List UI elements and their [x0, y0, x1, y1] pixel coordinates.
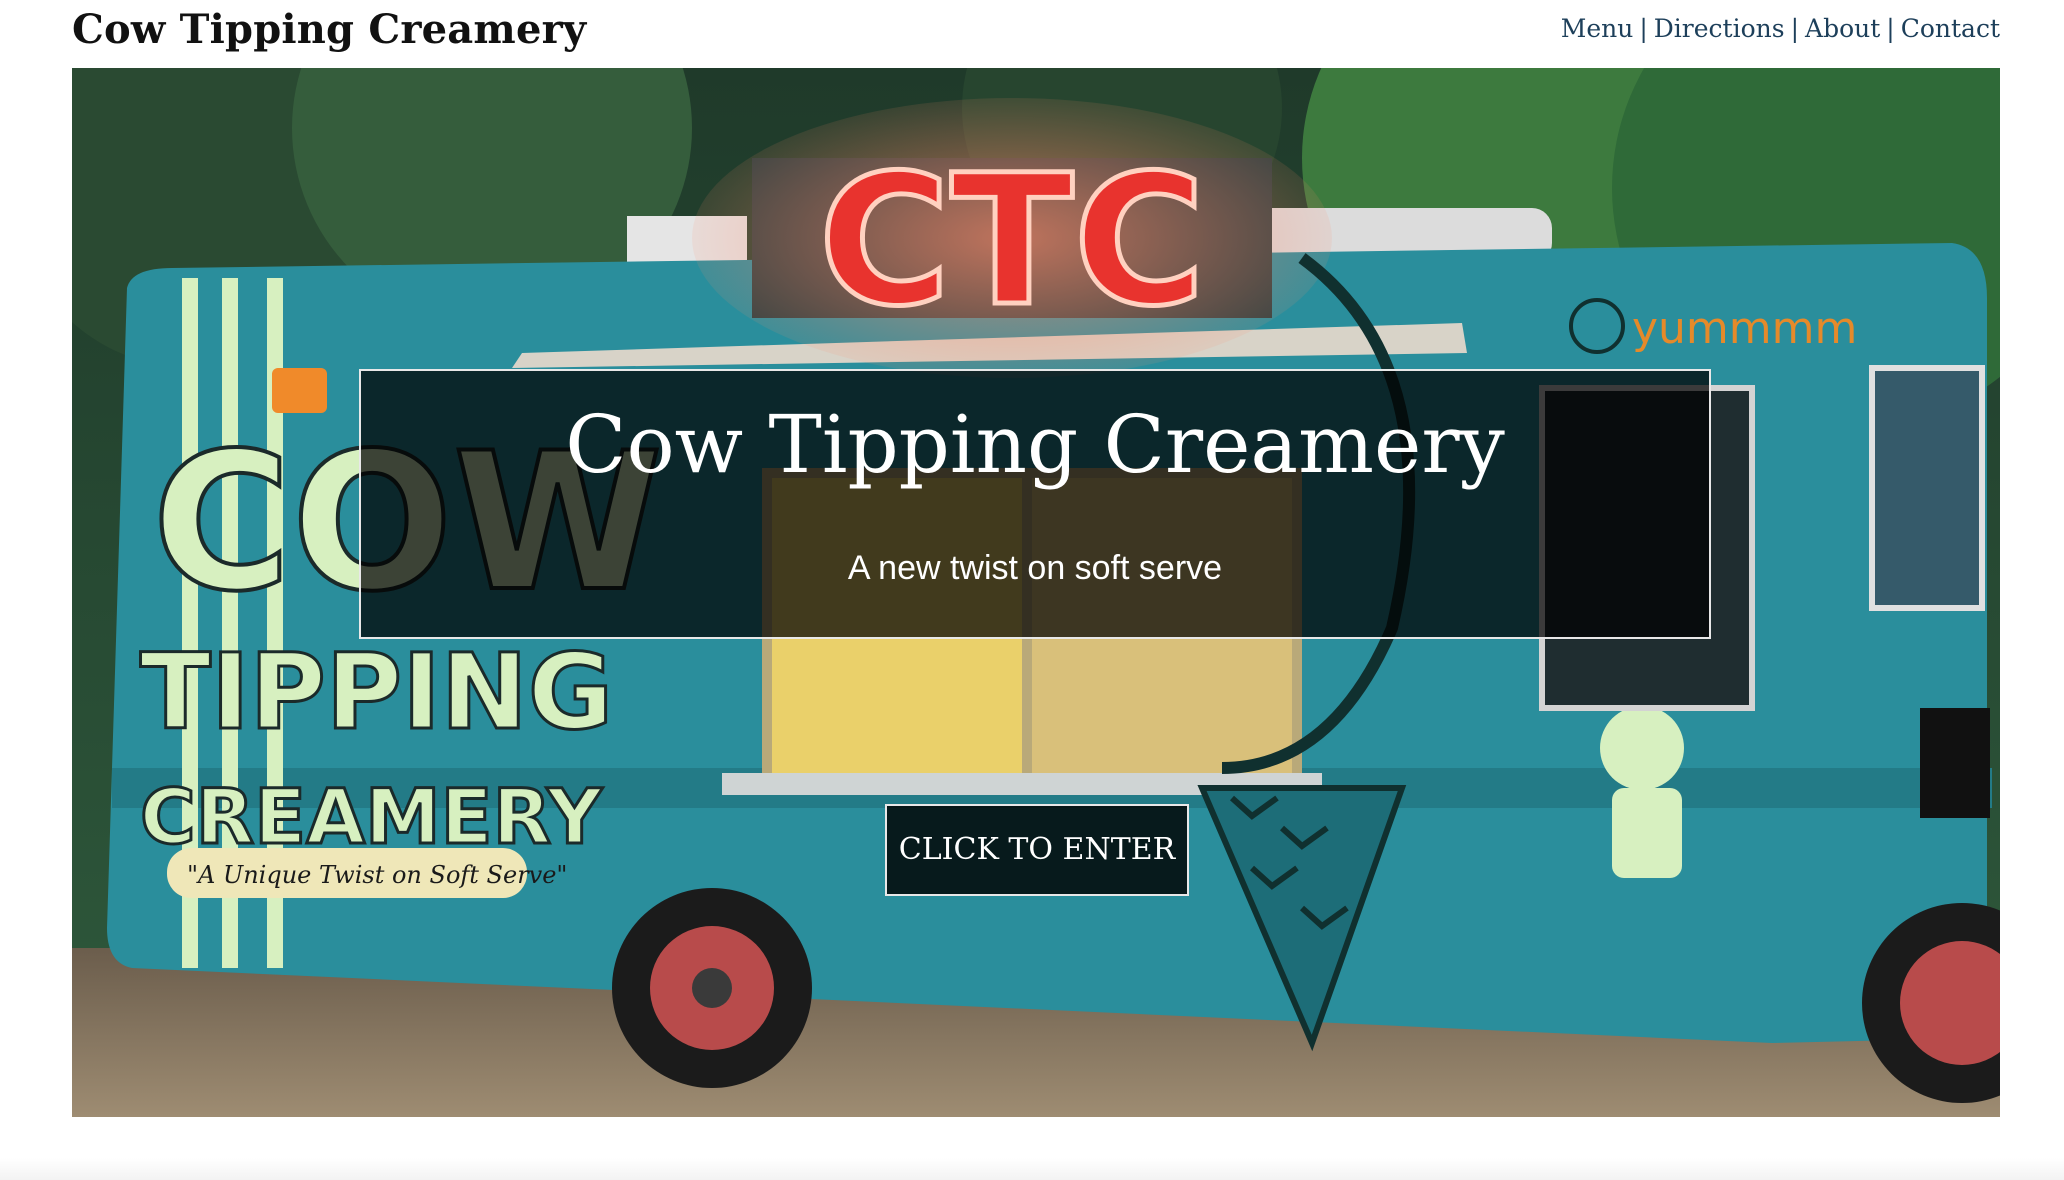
- hero-subtitle: A new twist on soft serve: [847, 549, 1223, 587]
- click-to-enter-button[interactable]: CLICK TO ENTER: [885, 804, 1189, 896]
- nav-separator: |: [1639, 14, 1648, 43]
- site-header: Cow Tipping Creamery Menu | Directions | Abo…: [72, 0, 2000, 68]
- truck-tagline: yummmm: [1632, 303, 1857, 354]
- nav-separator: |: [1886, 14, 1895, 43]
- hero-banner: COW TIPPING CREAMERY "A Unique Twist on …: [72, 68, 2000, 1117]
- truck-neon-sign: CTC: [819, 137, 1206, 346]
- truck-brand-line-2: TIPPING: [140, 631, 613, 753]
- nav-separator: |: [1790, 14, 1800, 43]
- hero-title-box: Cow Tipping Creamery A new twist on soft…: [359, 369, 1711, 639]
- nav-link-about[interactable]: About: [1805, 14, 1880, 43]
- nav-link-menu[interactable]: Menu: [1561, 14, 1634, 43]
- page-bottom-strip: [0, 1158, 2064, 1180]
- hero-title: Cow Tipping Creamery: [565, 398, 1505, 491]
- page: Cow Tipping Creamery Menu | Directions | Abo…: [0, 0, 2064, 1180]
- nav-link-directions[interactable]: Directions: [1654, 14, 1785, 43]
- truck-brand-line-3: CREAMERY: [140, 772, 603, 861]
- truck-slogan: "A Unique Twist on Soft Serve": [187, 861, 567, 889]
- main-nav: Menu | Directions | About | Contact: [1561, 14, 2000, 43]
- nav-link-contact[interactable]: Contact: [1901, 14, 2000, 43]
- site-title[interactable]: Cow Tipping Creamery: [72, 6, 586, 53]
